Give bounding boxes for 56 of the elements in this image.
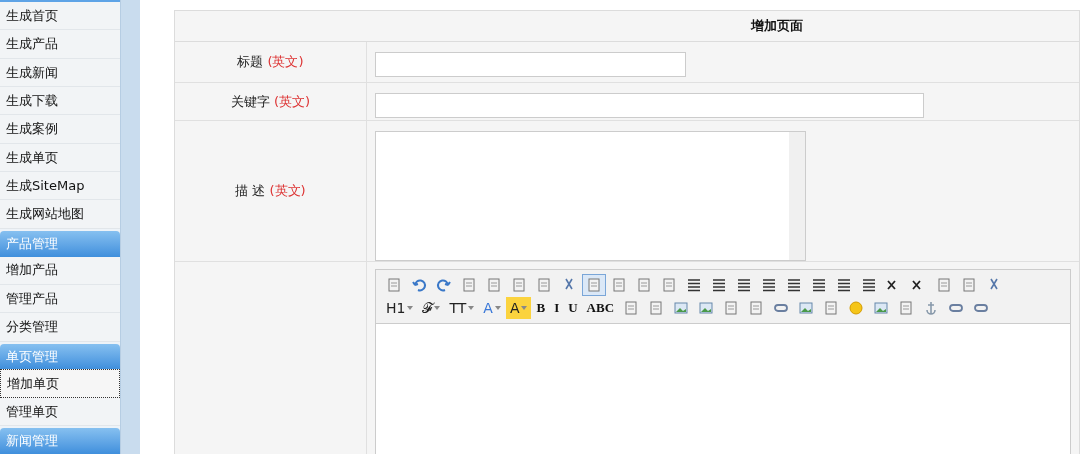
align-justify-icon [761,277,777,293]
sidebar-item[interactable]: 增加单页 [0,369,120,398]
field-note: (英文) [269,182,306,201]
caret-icon [434,306,441,310]
sidebar-item[interactable]: 生成产品 [0,30,120,59]
undo-icon [411,277,427,293]
sidebar-item[interactable]: 管理产品 [0,284,120,314]
dropdown-button[interactable]: A [479,297,505,319]
sidebar-item[interactable]: 管理单页 [0,397,120,427]
copy-icon [586,277,602,293]
sidebar-item[interactable]: 生成网站地图 [0,200,120,229]
caret-icon [521,306,528,310]
field-label: 标题 [237,53,264,72]
image-add-icon [673,300,690,316]
field-note: (英文) [267,53,304,72]
format-button[interactable]: ABC [582,297,619,319]
sidebar-item[interactable]: 生成单页 [0,143,120,172]
smiley-icon [848,300,865,316]
text-field[interactable] [375,92,924,118]
copy-button[interactable] [582,274,606,296]
sidebar-item[interactable]: 分类管理 [0,313,120,342]
sidebar-item[interactable]: 生成新闻 [0,58,120,87]
picture-icon [873,300,890,316]
caret-icon [494,306,501,310]
rich-text-editor[interactable]: H1 𝓕 TT A A B I U ABC [375,269,1071,454]
sidebar-item[interactable]: 生成首页 [0,2,120,31]
field-note: (英文) [273,92,311,111]
sidebar-item[interactable]: 生成SiteMap [0,171,120,201]
align-center-icon [711,277,727,293]
sidebar-item[interactable]: 生成下载 [0,87,120,116]
field-label: 关键字 [230,92,270,111]
caret-icon [407,306,414,310]
scrollbar[interactable] [789,132,805,260]
form-title: 增加页面 [175,11,1079,43]
sidebar-item[interactable]: 生成案例 [0,115,120,144]
outdent-icon [861,277,877,293]
dropdown-button[interactable]: H1 [382,297,418,319]
ordered-list-icon [786,277,802,293]
unordered-list-icon [811,277,827,293]
text-field[interactable] [375,52,686,78]
align-left-icon [686,277,702,293]
sidebar-item[interactable]: 增加产品 [0,256,120,285]
caret-icon [468,306,475,310]
redo-icon [436,277,452,293]
format-button[interactable]: U [564,297,582,319]
align-right-icon [736,277,752,293]
dropdown-button[interactable]: 𝓕 [418,297,445,319]
indent-icon [836,277,852,293]
scrollbar[interactable] [120,0,140,454]
format-button[interactable]: B [532,297,550,319]
description-textarea[interactable] [375,131,806,261]
field-label: 描 述 [235,182,266,201]
dropdown-button[interactable]: A [505,297,532,319]
images-add-icon [698,300,715,316]
dropdown-button[interactable]: TT [445,297,479,319]
format-button[interactable]: I [550,297,564,319]
